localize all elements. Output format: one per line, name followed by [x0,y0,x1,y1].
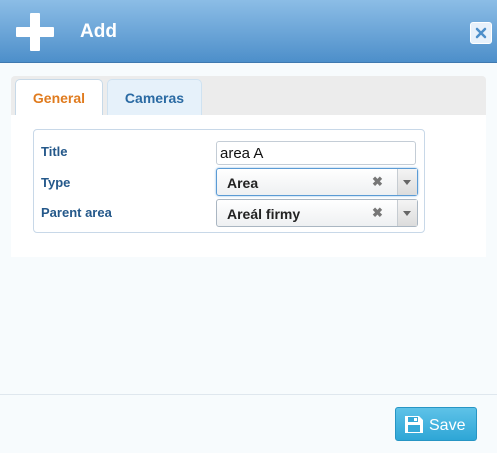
type-select[interactable]: Area ✖ [216,168,418,196]
parent-area-label: Parent area [41,205,112,220]
tab-cameras[interactable]: Cameras [107,79,202,116]
clear-icon[interactable]: ✖ [372,174,383,190]
tab-general[interactable]: General [15,79,103,116]
save-button-label: Save [429,417,466,434]
parent-area-select-value: Areál firmy [227,206,301,222]
dropdown-arrow-button[interactable] [397,200,417,226]
title-input[interactable] [216,141,416,165]
dropdown-arrow-button[interactable] [397,169,417,195]
parent-area-select[interactable]: Areál firmy ✖ [216,199,418,227]
type-label: Type [41,175,71,190]
title-label: Title [41,144,68,159]
plus-icon [16,13,54,51]
floppy-disk-icon [405,416,423,433]
save-button[interactable]: Save [395,407,477,441]
dialog-title: Add [80,21,117,42]
dialog-titlebar: Add [0,0,497,63]
clear-icon[interactable]: ✖ [372,205,383,221]
type-select-value: Area [227,175,259,191]
close-button[interactable] [470,22,492,44]
close-icon [475,27,487,39]
chevron-down-icon [403,211,411,216]
tab-bar: General Cameras [11,76,486,116]
chevron-down-icon [403,180,411,185]
footer-divider [0,394,497,395]
